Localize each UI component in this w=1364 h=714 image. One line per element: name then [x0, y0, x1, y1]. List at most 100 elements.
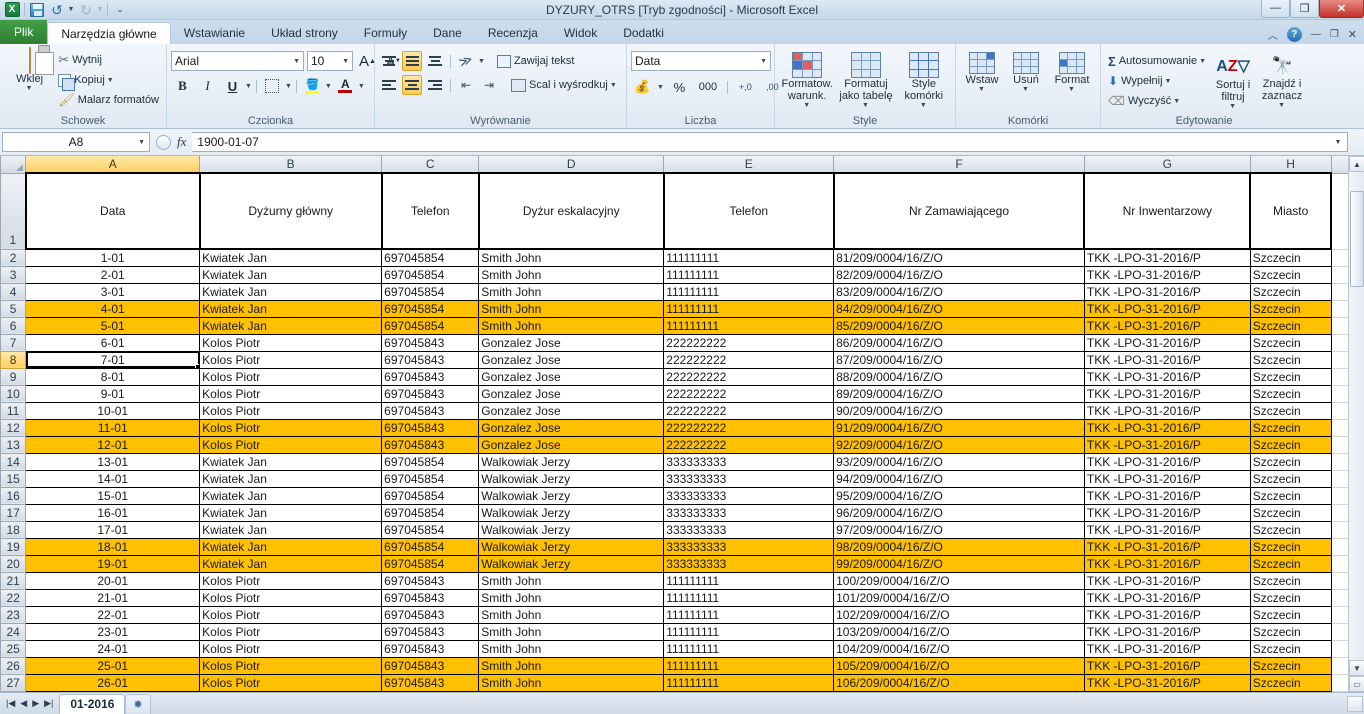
row-header-27[interactable]: 27 [0, 673, 27, 692]
cell-miasto-13[interactable]: Szczecin [1249, 435, 1332, 454]
cell-nr-zamawiajacego-21[interactable]: 100/209/0004/16/Z/O [833, 571, 1085, 590]
cell-dyzur-eskalacyjny-6[interactable]: Smith John [478, 316, 665, 335]
cell-dyzur-eskalacyjny-28[interactable]: Gonzalez Jose [478, 690, 665, 692]
row-header-25[interactable]: 25 [0, 639, 27, 658]
cell-nr-zamawiajacego-12[interactable]: 91/209/0004/16/Z/O [833, 418, 1085, 437]
cell-nr-inwentarzowy-12[interactable]: TKK -LPO-31-2016/P [1083, 418, 1251, 437]
cell-data-6[interactable]: 5-01 [25, 316, 201, 335]
cell-miasto-16[interactable]: Szczecin [1249, 486, 1332, 505]
sort-filter-button[interactable]: AZ▽ Sortuj i filtruj ▼ [1209, 50, 1257, 110]
cell-miasto-26[interactable]: Szczecin [1249, 656, 1332, 675]
cell-telefon-2-9[interactable]: 222222222 [663, 367, 835, 386]
cell-telefon-1-23[interactable]: 697045843 [381, 605, 480, 624]
column-header-b[interactable]: B [199, 156, 383, 174]
cell-dyzurny-glowny-6[interactable]: Kwiatek Jan [199, 316, 383, 335]
cell-dyzur-eskalacyjny-10[interactable]: Gonzalez Jose [478, 384, 665, 403]
tab-narzedzia-glowne[interactable]: Narzędzia główne [47, 22, 171, 44]
cell-dyzur-eskalacyjny-9[interactable]: Gonzalez Jose [478, 367, 665, 386]
cell-telefon-1-4[interactable]: 697045854 [381, 282, 480, 301]
cell-nr-inwentarzowy-15[interactable]: TKK -LPO-31-2016/P [1083, 469, 1251, 488]
row-header-4[interactable]: 4 [0, 282, 27, 301]
cell-nr-zamawiajacego-20[interactable]: 99/209/0004/16/Z/O [833, 554, 1085, 573]
cell-dyzurny-glowny-10[interactable]: Kolos Piotr [199, 384, 383, 403]
row-header-23[interactable]: 23 [0, 605, 27, 624]
cell-nr-zamawiajacego-16[interactable]: 95/209/0004/16/Z/O [833, 486, 1085, 505]
cut-button[interactable]: ✂ Wytnij [55, 50, 162, 70]
cell-nr-inwentarzowy-3[interactable]: TKK -LPO-31-2016/P [1083, 265, 1251, 284]
cell-miasto-25[interactable]: Szczecin [1249, 639, 1332, 658]
name-box[interactable]: A8 ▼ [2, 132, 150, 152]
cell-nr-inwentarzowy-25[interactable]: TKK -LPO-31-2016/P [1083, 639, 1251, 658]
cell-miasto-2[interactable]: Szczecin [1249, 248, 1332, 267]
cell-dyzurny-glowny-18[interactable]: Kwiatek Jan [199, 520, 383, 539]
restore-button[interactable]: ❐ [1290, 0, 1319, 18]
cell-nr-inwentarzowy-21[interactable]: TKK -LPO-31-2016/P [1083, 571, 1251, 590]
scroll-up-icon[interactable]: ▲ [1349, 156, 1364, 172]
cell-data-16[interactable]: 15-01 [25, 486, 201, 505]
row-header-21[interactable]: 21 [0, 571, 27, 590]
cell-dyzurny-glowny-16[interactable]: Kwiatek Jan [199, 486, 383, 505]
cell-nr-zamawiajacego-25[interactable]: 104/209/0004/16/Z/O [833, 639, 1085, 658]
cell-data-18[interactable]: 17-01 [25, 520, 201, 539]
cell-miasto-28[interactable]: Szczecin [1249, 690, 1332, 692]
orientation-icon[interactable]: ≫ [456, 51, 476, 71]
cell-miasto-12[interactable]: Szczecin [1249, 418, 1332, 437]
cell-telefon-1-3[interactable]: 697045854 [381, 265, 480, 284]
cell-telefon-2-18[interactable]: 333333333 [663, 520, 835, 539]
cell-data-10[interactable]: 9-01 [25, 384, 201, 403]
cell-dyzur-eskalacyjny-24[interactable]: Smith John [478, 622, 665, 641]
cell-nr-inwentarzowy-24[interactable]: TKK -LPO-31-2016/P [1083, 622, 1251, 641]
row-header-17[interactable]: 17 [0, 503, 27, 522]
row-header-28[interactable]: 28 [0, 690, 27, 692]
cell-dyzur-eskalacyjny-20[interactable]: Walkowiak Jerzy [478, 554, 665, 573]
merge-center-button[interactable]: Scal i wyśrodkuj ▼ [508, 75, 620, 95]
cell-telefon-2-14[interactable]: 333333333 [663, 452, 835, 471]
cell-telefon-1-27[interactable]: 697045843 [381, 673, 480, 692]
cell-dyzur-eskalacyjny-17[interactable]: Walkowiak Jerzy [478, 503, 665, 522]
cell-telefon-1-8[interactable]: 697045843 [381, 350, 480, 369]
cell-dyzur-eskalacyjny-18[interactable]: Walkowiak Jerzy [478, 520, 665, 539]
excel-logo-icon[interactable]: X [2, 1, 22, 19]
cell-dyzur-eskalacyjny-11[interactable]: Gonzalez Jose [478, 401, 665, 420]
cell-nr-zamawiajacego-24[interactable]: 103/209/0004/16/Z/O [833, 622, 1085, 641]
cell-nr-inwentarzowy-5[interactable]: TKK -LPO-31-2016/P [1083, 299, 1251, 318]
cell-telefon-1-20[interactable]: 697045854 [381, 554, 480, 573]
cell-telefon-1-25[interactable]: 697045843 [381, 639, 480, 658]
cell-nr-inwentarzowy-18[interactable]: TKK -LPO-31-2016/P [1083, 520, 1251, 539]
column-header-c[interactable]: C [381, 156, 480, 174]
cell-dyzurny-glowny-22[interactable]: Kolos Piotr [199, 588, 383, 607]
increase-indent-icon[interactable]: ⇥ [479, 75, 499, 95]
cell-data-28[interactable]: 27-01 [25, 690, 201, 692]
cell-data-11[interactable]: 10-01 [25, 401, 201, 420]
tab-widok[interactable]: Widok [551, 22, 610, 44]
insert-cells-button[interactable]: Wstaw ▼ [961, 50, 1003, 93]
cell-data-27[interactable]: 26-01 [25, 673, 201, 692]
cell-telefon-1-26[interactable]: 697045843 [381, 656, 480, 675]
cell-dyzur-eskalacyjny-14[interactable]: Walkowiak Jerzy [478, 452, 665, 471]
cell-miasto-21[interactable]: Szczecin [1249, 571, 1332, 590]
cell-telefon-2-26[interactable]: 111111111 [663, 656, 835, 675]
row-header-20[interactable]: 20 [0, 554, 27, 573]
cell-telefon-2-8[interactable]: 222222222 [663, 350, 835, 369]
font-name-input[interactable]: Arial ▼ [171, 51, 304, 71]
cell-telefon-2-24[interactable]: 111111111 [663, 622, 835, 641]
cell-dyzurny-glowny-4[interactable]: Kwiatek Jan [199, 282, 383, 301]
column-header-f[interactable]: F [833, 156, 1085, 174]
cell-dyzur-eskalacyjny-12[interactable]: Gonzalez Jose [478, 418, 665, 437]
cell-dyzurny-glowny-14[interactable]: Kwiatek Jan [199, 452, 383, 471]
cell-dyzurny-glowny-8[interactable]: Kolos Piotr [199, 350, 383, 369]
cell-dyzurny-glowny-9[interactable]: Kolos Piotr [199, 367, 383, 386]
cell-nr-inwentarzowy-19[interactable]: TKK -LPO-31-2016/P [1083, 537, 1251, 556]
cell-data-7[interactable]: 6-01 [25, 333, 201, 352]
cell-miasto-6[interactable]: Szczecin [1249, 316, 1332, 335]
row-header-18[interactable]: 18 [0, 520, 27, 539]
cell-dyzur-eskalacyjny-15[interactable]: Walkowiak Jerzy [478, 469, 665, 488]
cell-telefon-2-23[interactable]: 111111111 [663, 605, 835, 624]
row-header-2[interactable]: 2 [0, 248, 27, 267]
cell-dyzurny-glowny-5[interactable]: Kwiatek Jan [199, 299, 383, 318]
cell-dyzur-eskalacyjny-3[interactable]: Smith John [478, 265, 665, 284]
cell-dyzurny-glowny-13[interactable]: Kolos Piotr [199, 435, 383, 454]
save-icon[interactable] [27, 1, 47, 19]
cell-dyzurny-glowny-21[interactable]: Kolos Piotr [199, 571, 383, 590]
new-sheet-icon[interactable]: ✸ [125, 693, 151, 714]
